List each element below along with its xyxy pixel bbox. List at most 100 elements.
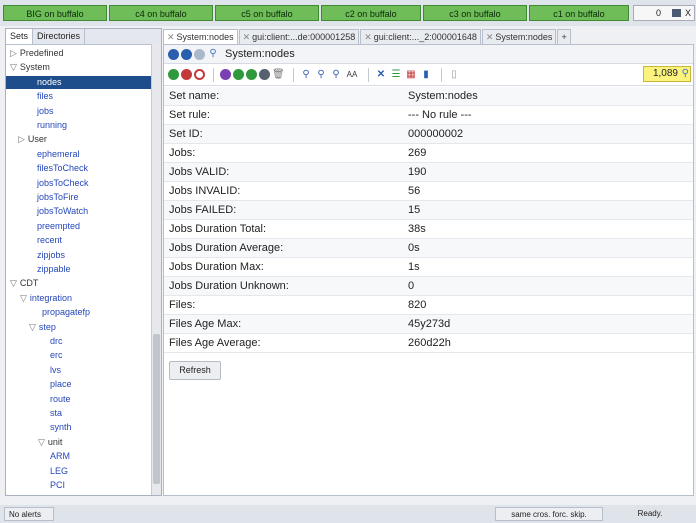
expand-icon[interactable]: ▽ [10, 278, 17, 288]
tab-close-icon[interactable]: ✕ [364, 32, 372, 42]
tree-item-nodes[interactable]: nodes [6, 75, 152, 89]
tree-item-predefined[interactable]: ▷ Predefined [10, 47, 63, 60]
refresh-button[interactable]: Refresh [169, 361, 221, 380]
pause-icon[interactable] [181, 69, 192, 80]
back-icon[interactable] [168, 48, 179, 60]
tree-item-cdt[interactable]: ▽ CDT [10, 277, 38, 290]
play-icon[interactable] [168, 69, 179, 80]
tree-item-zippable[interactable]: zippable [37, 263, 71, 276]
chart-icon[interactable]: ▮ [420, 69, 432, 81]
reload-icon[interactable] [194, 48, 205, 60]
tree-item-label: LEG [50, 465, 69, 476]
tree-item-synth[interactable]: synth [50, 421, 72, 434]
tree-item-usb[interactable]: USB [50, 493, 69, 495]
property-value: 0s [408, 242, 420, 254]
search-icon[interactable]: ⚲ [682, 67, 689, 81]
grid-icon[interactable]: ▦ [405, 69, 417, 81]
tree-item-ephemeral[interactable]: ephemeral [37, 148, 80, 161]
property-row: Set rule: --- No rule --- [164, 106, 693, 125]
tab-system-nodes[interactable]: ✕ System:nodes [163, 29, 238, 44]
host-button-c4[interactable]: c4 on buffalo [109, 5, 213, 21]
tree-item-zipjobs[interactable]: zipjobs [37, 249, 65, 262]
tree-item-route[interactable]: route [50, 393, 71, 406]
expand-icon[interactable]: ▽ [38, 437, 45, 447]
tree-item-integration[interactable]: ▽ integration [20, 292, 72, 305]
tab-close-icon[interactable]: ✕ [243, 32, 251, 42]
property-key: Jobs FAILED: [169, 204, 237, 216]
tree-item-jobstocheck[interactable]: jobsToCheck [37, 177, 89, 190]
mode-status[interactable]: same cros. forc. skip. [495, 507, 603, 521]
tree-item-system[interactable]: ▽ System [10, 61, 50, 74]
tree-item-jobs[interactable]: jobs [37, 105, 54, 118]
forward-icon[interactable] [181, 48, 192, 60]
tree-item-jobstofire[interactable]: jobsToFire [37, 191, 79, 204]
status-green-icon[interactable] [233, 69, 244, 80]
collapse-icon[interactable]: ▷ [18, 134, 25, 144]
tree-item-arm[interactable]: ARM [50, 450, 70, 463]
tree-item-propagatefp[interactable]: propagatefp [42, 306, 90, 319]
layout-icon[interactable]: ▯ [448, 69, 460, 81]
close-icon[interactable]: X [685, 6, 691, 20]
tree-item-step[interactable]: ▽ step [29, 321, 56, 334]
tab-close-icon[interactable]: ✕ [167, 32, 175, 42]
tree-item-leg[interactable]: LEG [50, 465, 68, 478]
text-size-icon[interactable]: AA [345, 69, 359, 81]
property-row: Jobs: 269 [164, 144, 693, 163]
gear-icon[interactable] [259, 69, 270, 80]
tree-scrollbar[interactable] [151, 44, 161, 495]
expand-icon[interactable]: ▽ [20, 293, 27, 303]
host-button-big[interactable]: BIG on buffalo [3, 5, 107, 21]
tree-item-user[interactable]: ▷ User [18, 133, 47, 146]
property-value: 0 [408, 280, 415, 292]
host-button-c3[interactable]: c3 on buffalo [423, 5, 527, 21]
tab-close-icon[interactable]: ✕ [486, 32, 494, 42]
tree-item-erc[interactable]: erc [50, 349, 63, 362]
tab-directories[interactable]: Directories [33, 29, 86, 44]
monitor-icon[interactable] [672, 9, 681, 17]
tab-gui-client-1258[interactable]: ✕ gui:client:...de:000001258 [238, 29, 360, 44]
tree-item-running[interactable]: running [37, 119, 67, 132]
tree-item-unit[interactable]: ▽ unit [38, 436, 62, 449]
tree-item-place[interactable]: place [50, 378, 72, 391]
search-icon[interactable]: ⚲ [207, 48, 219, 60]
trash-icon[interactable]: 🗑 [272, 69, 285, 81]
tab-gui-client-1648[interactable]: ✕ gui:client:..._2:000001648 [360, 29, 481, 44]
toolbar-divider [213, 67, 214, 82]
tools-icon[interactable]: ✕ [375, 69, 387, 81]
tree-item-label: place [50, 379, 72, 390]
stop-icon[interactable] [194, 69, 205, 80]
collapse-icon[interactable]: ▷ [10, 48, 17, 58]
tree-item-jobstowatch[interactable]: jobsToWatch [37, 205, 88, 218]
list-icon[interactable]: ☰ [390, 69, 402, 81]
tree-item-files[interactable]: files [37, 90, 53, 103]
tree-scrollbar-thumb[interactable] [153, 334, 160, 484]
property-value: 269 [408, 147, 427, 159]
job-count[interactable]: 1,089 ⚲ [643, 66, 691, 82]
host-button-c1[interactable]: c1 on buffalo [529, 5, 629, 21]
tree-item-sta[interactable]: sta [50, 407, 62, 420]
property-row: Files: 820 [164, 296, 693, 315]
zoom-out-icon[interactable]: ⚲ [315, 69, 327, 81]
zoom-reset-icon[interactable]: ⚲ [330, 69, 342, 81]
tree-item-label: route [50, 393, 71, 404]
check-icon[interactable] [246, 69, 257, 80]
tree-item-label: CDT [19, 278, 39, 289]
property-row: Set name: System:nodes [164, 87, 693, 106]
tree-item-filestocheck[interactable]: filesToCheck [37, 162, 88, 175]
tree-item-lvs[interactable]: lvs [50, 364, 61, 377]
tree-item-recent[interactable]: recent [37, 234, 62, 247]
tree-item-drc[interactable]: drc [50, 335, 63, 348]
tab-sets[interactable]: Sets [6, 29, 34, 44]
expand-icon[interactable]: ▽ [29, 322, 36, 332]
status-purple-icon[interactable] [220, 69, 231, 80]
add-tab-button[interactable]: + [557, 29, 571, 44]
tree-item-label: jobs [37, 105, 54, 116]
tree-item-pci[interactable]: PCI [50, 479, 65, 492]
host-button-c5[interactable]: c5 on buffalo [215, 5, 319, 21]
tab-system-nodes-2[interactable]: ✕ System:nodes [481, 29, 557, 44]
expand-icon[interactable]: ▽ [10, 62, 17, 72]
tree-item-preempted[interactable]: preempted [37, 220, 80, 233]
host-button-c2[interactable]: c2 on buffalo [321, 5, 421, 21]
alerts-status[interactable]: No alerts [4, 507, 54, 521]
zoom-in-icon[interactable]: ⚲ [300, 69, 312, 81]
